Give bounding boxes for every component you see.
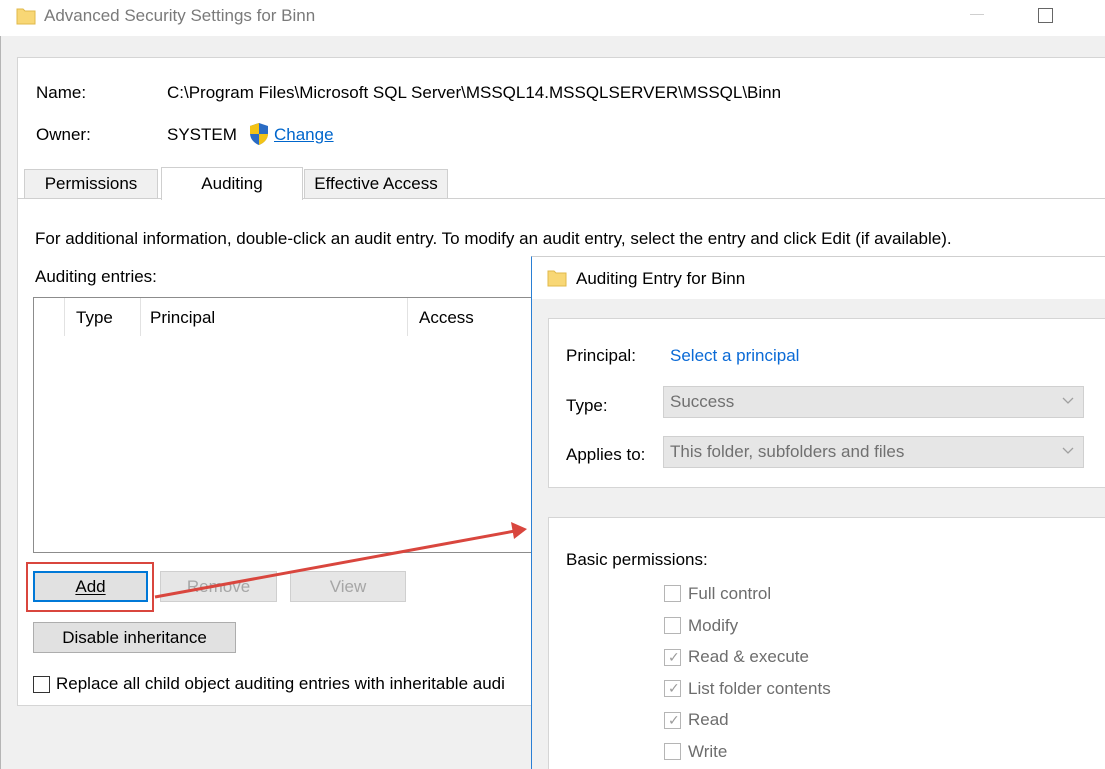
annotation-arrow-icon: [154, 522, 527, 599]
